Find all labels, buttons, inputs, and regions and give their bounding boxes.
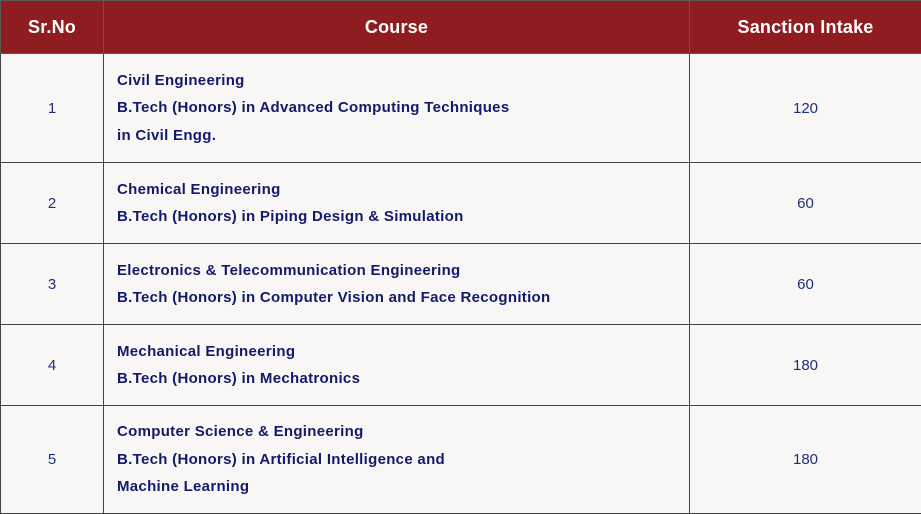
intake-cell: 120 bbox=[689, 53, 921, 163]
course-cell: Mechanical Engineering B.Tech (Honors) i… bbox=[103, 324, 690, 406]
intake-cell: 60 bbox=[689, 162, 921, 244]
sr-no-cell: 4 bbox=[0, 324, 104, 406]
department-name: Computer Science & Engineering bbox=[117, 423, 364, 441]
table-row: 3 Electronics & Telecommunication Engine… bbox=[0, 243, 921, 325]
course-cell: Electronics & Telecommunication Engineer… bbox=[103, 243, 690, 325]
table-row: 1 Civil Engineering B.Tech (Honors) in A… bbox=[0, 53, 921, 163]
intake-cell: 60 bbox=[689, 243, 921, 325]
department-name: Civil Engineering bbox=[117, 71, 245, 89]
department-name: Chemical Engineering bbox=[117, 180, 281, 198]
honors-program: B.Tech (Honors) in Artificial Intelligen… bbox=[117, 450, 446, 468]
table-row: 4 Mechanical Engineering B.Tech (Honors)… bbox=[0, 324, 921, 406]
header-course: Course bbox=[103, 0, 690, 54]
course-cell: Computer Science & Engineering B.Tech (H… bbox=[103, 405, 690, 514]
honors-program-continued: in Civil Engg. bbox=[117, 126, 217, 144]
header-sr-no: Sr.No bbox=[0, 0, 104, 54]
course-cell: Civil Engineering B.Tech (Honors) in Adv… bbox=[103, 53, 690, 163]
department-name: Mechanical Engineering bbox=[117, 342, 296, 360]
honors-program: B.Tech (Honors) in Piping Design & Simul… bbox=[117, 208, 464, 225]
course-cell: Chemical Engineering B.Tech (Honors) in … bbox=[103, 162, 690, 244]
honors-program-continued: Machine Learning bbox=[117, 478, 250, 496]
header-sanction-intake: Sanction Intake bbox=[689, 0, 921, 54]
honors-program: B.Tech (Honors) in Mechatronics bbox=[117, 370, 361, 387]
department-name: Electronics & Telecommunication Engineer… bbox=[117, 261, 461, 279]
intake-cell: 180 bbox=[689, 324, 921, 406]
table-row: 2 Chemical Engineering B.Tech (Honors) i… bbox=[0, 162, 921, 244]
sanction-intake-table: Sr.No Course Sanction Intake 1 Civil Eng… bbox=[0, 0, 921, 514]
honors-program: B.Tech (Honors) in Computer Vision and F… bbox=[117, 289, 551, 306]
intake-cell: 180 bbox=[689, 405, 921, 514]
sr-no-cell: 5 bbox=[0, 405, 104, 514]
sr-no-cell: 2 bbox=[0, 162, 104, 244]
sr-no-cell: 1 bbox=[0, 53, 104, 163]
table-row: 5 Computer Science & Engineering B.Tech … bbox=[0, 405, 921, 514]
sr-no-cell: 3 bbox=[0, 243, 104, 325]
header-row: Sr.No Course Sanction Intake bbox=[0, 0, 921, 54]
honors-program: B.Tech (Honors) in Advanced Computing Te… bbox=[117, 99, 510, 117]
